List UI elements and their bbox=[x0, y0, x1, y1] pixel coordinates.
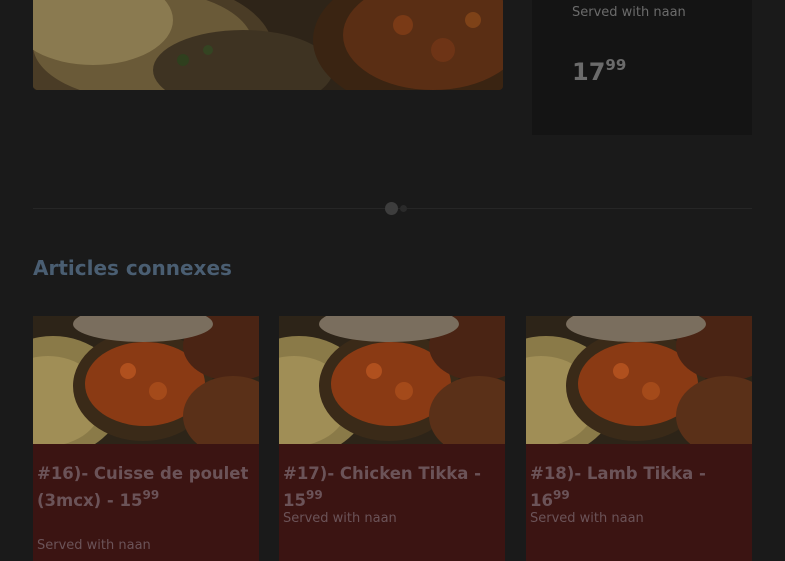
featured-dish-image[interactable] bbox=[33, 0, 503, 90]
related-article-card[interactable]: #17)- Chicken Tikka - 1599 Served with n… bbox=[279, 316, 505, 561]
related-article-note: Served with naan bbox=[530, 511, 644, 526]
related-article-image[interactable] bbox=[33, 316, 259, 444]
related-articles-title: Articles connexes bbox=[33, 256, 232, 280]
featured-price-box: Served with naan 1799 bbox=[532, 0, 752, 135]
related-article-card[interactable]: #16)- Cuisse de poulet (3mcx) - 1599 Ser… bbox=[33, 316, 259, 561]
related-article-note: Served with naan bbox=[37, 538, 151, 553]
related-article-note: Served with naan bbox=[283, 511, 397, 526]
featured-price-cents: 99 bbox=[605, 56, 627, 74]
related-article-image[interactable] bbox=[279, 316, 505, 444]
related-article-image[interactable] bbox=[526, 316, 752, 444]
slider-dot-active[interactable] bbox=[385, 202, 398, 215]
slider-dot[interactable] bbox=[400, 205, 407, 212]
featured-price-main: 17 bbox=[572, 58, 606, 86]
related-article-card[interactable]: #18)- Lamb Tikka - 1699 Served with naan bbox=[526, 316, 752, 561]
related-article-title[interactable]: #18)- Lamb Tikka - 1699 bbox=[530, 460, 746, 516]
featured-note: Served with naan bbox=[572, 5, 686, 20]
featured-price: 1799 bbox=[572, 56, 627, 86]
related-article-title[interactable]: #17)- Chicken Tikka - 1599 bbox=[283, 460, 499, 516]
related-article-title[interactable]: #16)- Cuisse de poulet (3mcx) - 1599 bbox=[37, 460, 253, 516]
